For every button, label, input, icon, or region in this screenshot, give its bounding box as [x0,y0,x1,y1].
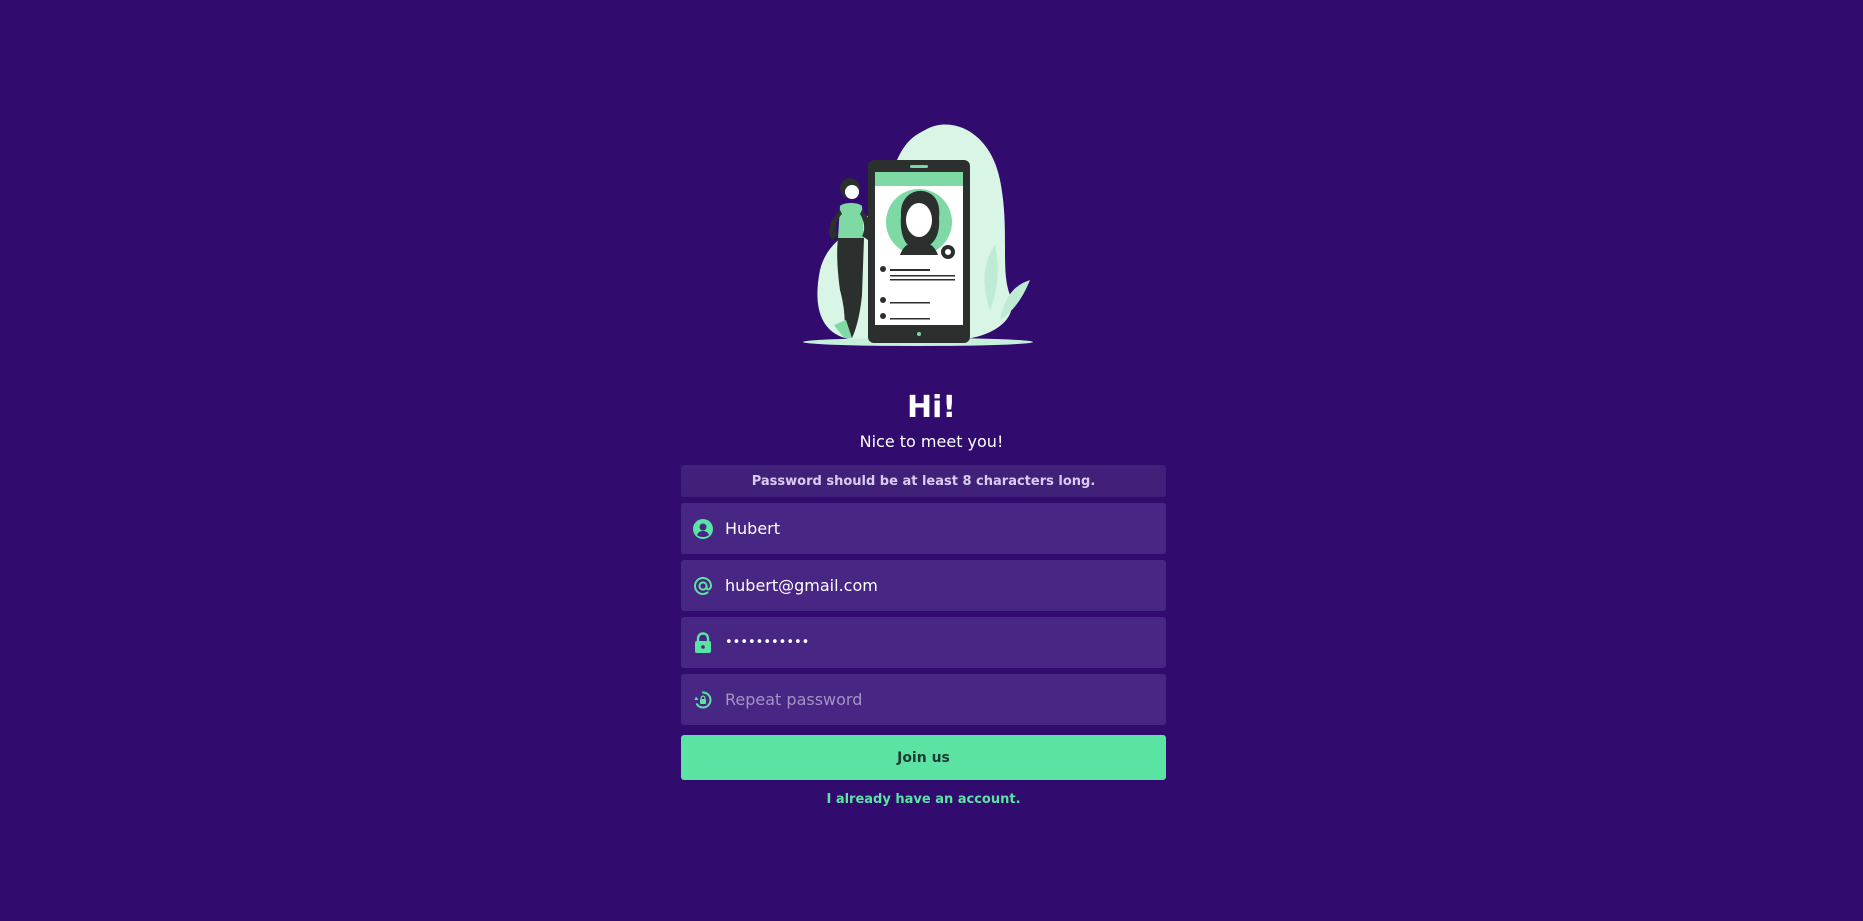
repeat-password-input[interactable]: Repeat password [725,690,862,709]
email-input[interactable]: hubert@gmail.com [725,576,878,595]
lock-icon [692,631,714,654]
signup-page: Hi! Nice to meet you! Password should be… [0,0,1863,921]
login-link[interactable]: I already have an account. [681,792,1166,807]
at-sign-icon [692,575,714,597]
lock-reset-icon [692,689,714,711]
password-notice: Password should be at least 8 characters… [681,465,1166,497]
page-subtitle: Nice to meet you! [859,432,1004,451]
email-field[interactable]: hubert@gmail.com [681,560,1166,611]
signup-form: Password should be at least 8 characters… [681,465,1166,807]
page-title: Hi! [906,390,957,425]
name-field[interactable]: Hubert [681,503,1166,554]
profile-illustration [803,124,1033,346]
repeat-password-field[interactable]: Repeat password [681,674,1166,725]
password-field[interactable]: ••••••••••• [681,617,1166,668]
password-input[interactable]: ••••••••••• [725,635,809,650]
join-button[interactable]: Join us [681,735,1166,780]
user-circle-icon [692,518,714,540]
name-input[interactable]: Hubert [725,519,780,538]
